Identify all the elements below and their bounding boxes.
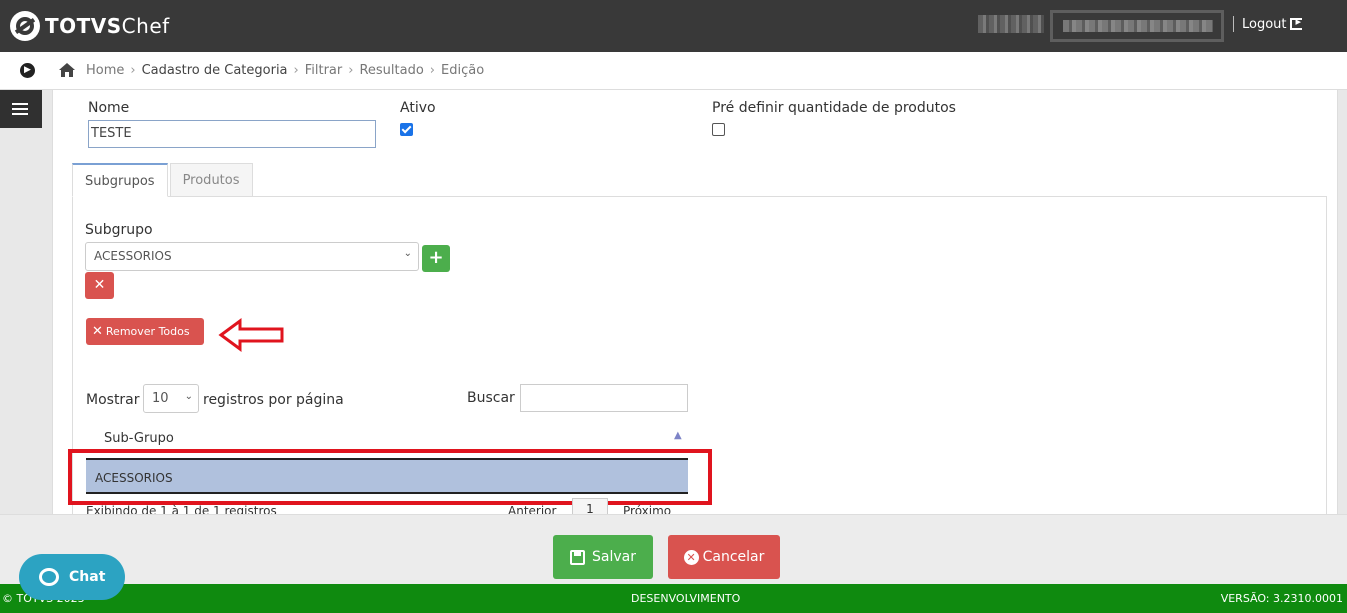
plus-icon: + bbox=[428, 247, 444, 268]
remove-all-button[interactable]: ✕ Remover Todos bbox=[86, 318, 204, 345]
subgrupo-select[interactable]: ACESSORIOS ⌄ bbox=[85, 242, 419, 271]
logout-label: Logout bbox=[1242, 16, 1287, 32]
breadcrumb-bar: ▶ Home › Cadastro de Categoria › Filtrar… bbox=[0, 52, 1347, 90]
add-subgrupo-button[interactable]: + bbox=[422, 245, 450, 272]
logout-link[interactable]: Logout bbox=[1233, 15, 1302, 32]
times-icon: ✕ bbox=[92, 324, 103, 339]
chat-bubble-icon bbox=[39, 568, 59, 586]
nome-label: Nome bbox=[88, 100, 130, 116]
breadcrumb-filtrar[interactable]: Filtrar bbox=[305, 63, 343, 78]
home-icon[interactable] bbox=[58, 62, 76, 78]
cancel-label: Cancelar bbox=[702, 549, 765, 565]
breadcrumb-edicao: Edição bbox=[441, 63, 485, 78]
blurred-email-box bbox=[1050, 10, 1224, 42]
search-input[interactable] bbox=[520, 384, 688, 412]
times-circle-icon: ✕ bbox=[683, 549, 699, 565]
logo-sub-text: Chef bbox=[121, 14, 170, 38]
logo-main-text: TOTVS bbox=[45, 14, 122, 38]
search-label: Buscar bbox=[467, 390, 515, 406]
length-prefix: Mostrar bbox=[86, 392, 140, 408]
chevron-right-circle-icon[interactable]: ▶ bbox=[20, 63, 35, 78]
tabs: Subgrupos Produtos bbox=[72, 163, 255, 197]
save-label: Salvar bbox=[592, 549, 636, 565]
times-icon: ✕ bbox=[93, 277, 106, 293]
breadcrumb-home[interactable]: Home bbox=[86, 63, 124, 78]
chevron-down-icon: ⌄ bbox=[403, 248, 412, 259]
blurred-username bbox=[978, 15, 1044, 33]
ativo-checkbox[interactable] bbox=[400, 123, 413, 136]
cancel-button[interactable]: ✕ Cancelar bbox=[668, 535, 780, 579]
nome-input[interactable]: TESTE bbox=[88, 120, 376, 148]
page-length-value: 10 bbox=[152, 391, 169, 406]
subgrupo-selected-value: ACESSORIOS bbox=[94, 249, 172, 263]
menu-toggle-button[interactable] bbox=[0, 90, 42, 128]
sign-out-icon bbox=[1289, 15, 1302, 30]
annotation-highlight-box bbox=[68, 449, 712, 505]
chevron-down-icon: ⌄ bbox=[184, 391, 193, 402]
remove-all-label: Remover Todos bbox=[105, 325, 190, 338]
environment-label: DESENVOLVIMENTO bbox=[631, 592, 741, 605]
predefinir-checkbox[interactable] bbox=[712, 123, 725, 136]
footer: © TOTVS 2023 DESENVOLVIMENTO VERSÃO: 3.2… bbox=[0, 584, 1347, 613]
table-info: Exibindo de 1 à 1 de 1 registros bbox=[86, 504, 277, 514]
tab-produtos[interactable]: Produtos bbox=[169, 163, 253, 197]
breadcrumb-resultado[interactable]: Resultado bbox=[359, 63, 423, 78]
ativo-label: Ativo bbox=[400, 100, 436, 116]
page-length-select[interactable]: 10 ⌄ bbox=[143, 384, 199, 413]
length-suffix: registros por página bbox=[203, 392, 344, 408]
edit-form-card: Nome TESTE Ativo Pré definir quantidade … bbox=[52, 90, 1338, 514]
breadcrumb-cadastro[interactable]: Cadastro de Categoria bbox=[142, 63, 288, 78]
pagination-page[interactable]: 1 bbox=[572, 498, 608, 514]
column-header-subgrupo[interactable]: Sub-Grupo bbox=[104, 431, 174, 446]
breadcrumb: Home › Cadastro de Categoria › Filtrar ›… bbox=[86, 63, 485, 78]
tab-subgrupos[interactable]: Subgrupos bbox=[72, 163, 168, 197]
action-bar: Salvar ✕ Cancelar bbox=[0, 514, 1347, 584]
pagination-prev[interactable]: Anterior bbox=[508, 504, 556, 514]
remove-subgrupo-button[interactable]: ✕ bbox=[85, 272, 114, 299]
annotation-arrow-icon bbox=[218, 318, 284, 352]
save-button[interactable]: Salvar bbox=[553, 535, 653, 579]
totvs-chef-logo[interactable]: TOTVSChef bbox=[10, 11, 170, 41]
pagination-next[interactable]: Próximo bbox=[623, 504, 671, 514]
chat-label: Chat bbox=[69, 569, 106, 585]
subgrupo-label: Subgrupo bbox=[85, 222, 153, 238]
chat-button[interactable]: Chat bbox=[19, 554, 125, 600]
floppy-disk-icon bbox=[570, 549, 585, 565]
predefinir-label: Pré definir quantidade de produtos bbox=[712, 100, 956, 116]
sort-ascending-icon[interactable]: ▲ bbox=[674, 430, 682, 441]
divider bbox=[1233, 16, 1234, 32]
top-bar: TOTVSChef Logout bbox=[0, 0, 1347, 52]
hamburger-icon bbox=[12, 103, 28, 115]
version-label: VERSÃO: 3.2310.0001 bbox=[1220, 592, 1343, 605]
totvs-logo-icon bbox=[10, 11, 40, 41]
